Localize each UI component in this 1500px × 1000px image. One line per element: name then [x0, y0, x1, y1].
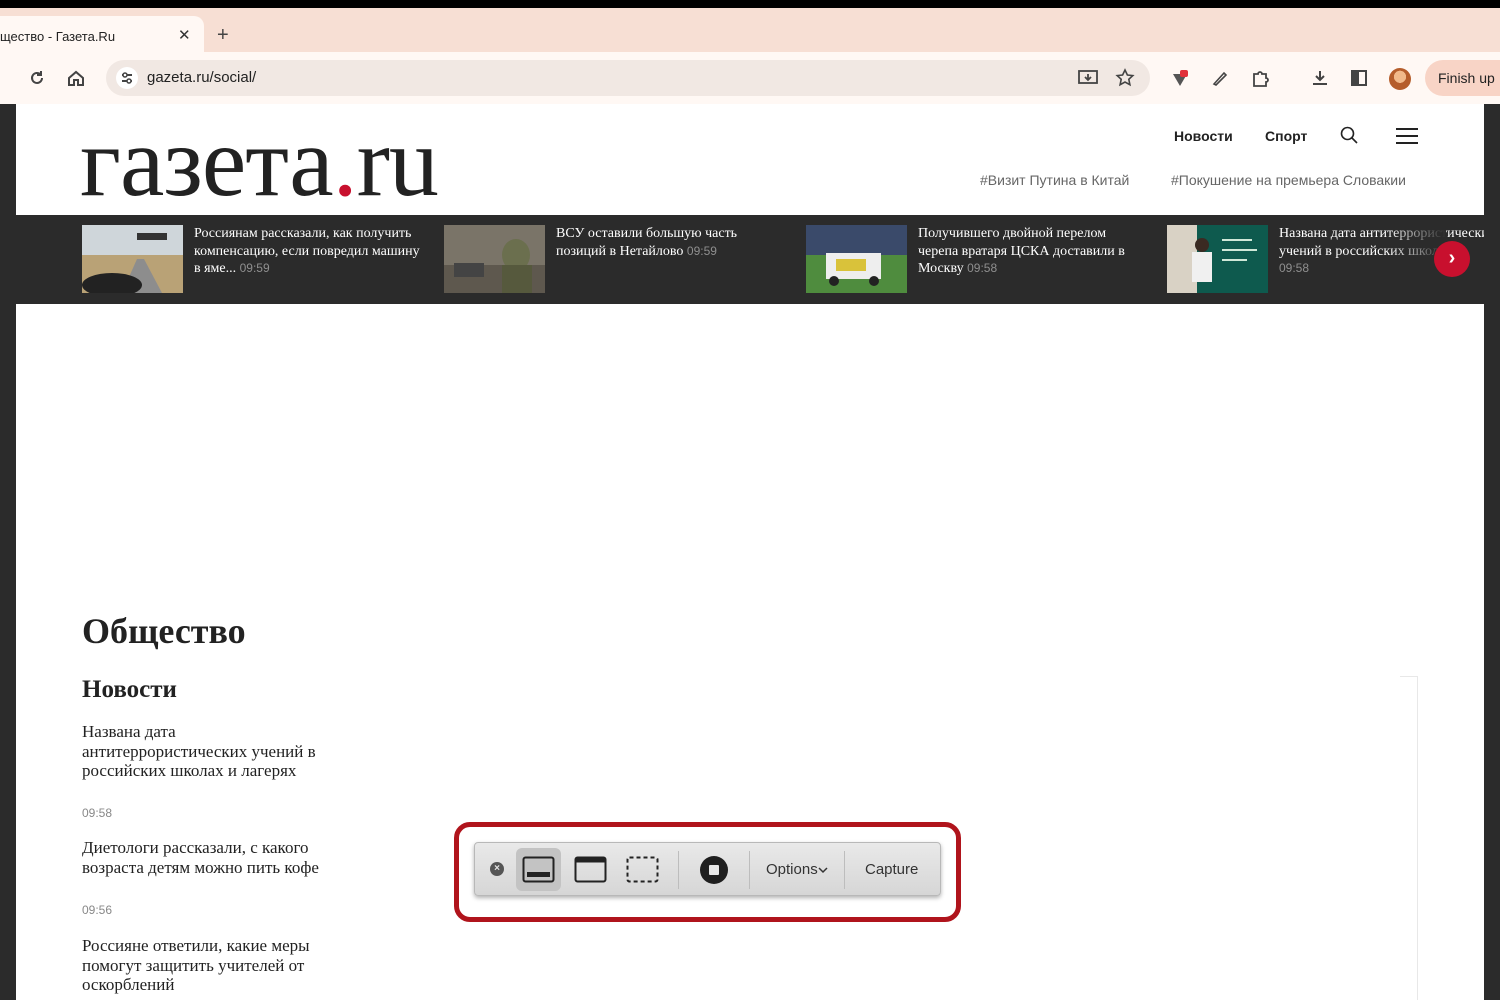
tag-link-slovakia[interactable]: #Покушение на премьера Словакии [1171, 172, 1406, 188]
nav-sport-link[interactable]: Спорт [1265, 128, 1307, 144]
profile-avatar[interactable] [1389, 68, 1411, 90]
site-logo[interactable]: газета.ru [80, 104, 439, 219]
bookmark-star-icon[interactable] [1115, 68, 1135, 88]
ticker-title: Россиянам рассказали, как получить компе… [194, 226, 420, 276]
news-list-item[interactable]: Диетологи рассказали, с какого возраста … [82, 838, 322, 877]
news-time: 09:58 [82, 806, 113, 820]
download-icon[interactable] [1310, 68, 1330, 88]
install-app-icon[interactable] [1078, 69, 1098, 87]
news-ticker: Россиянам рассказали, как получить компе… [16, 215, 1484, 304]
ticker-next-button[interactable]: › [1434, 241, 1470, 277]
reload-icon[interactable] [28, 69, 46, 87]
capture-screen-button[interactable] [516, 848, 561, 891]
entire-screen-icon [522, 856, 555, 883]
menu-icon[interactable] [1396, 128, 1418, 149]
stop-icon [709, 865, 719, 875]
ticker-thumbnail [806, 225, 907, 293]
side-panel-icon[interactable] [1350, 69, 1368, 87]
ticker-time: 09:59 [239, 261, 270, 275]
sidebar-frame [1400, 676, 1418, 1000]
nav-news-link[interactable]: Новости [1174, 128, 1233, 144]
news-section-heading[interactable]: Новости [82, 676, 177, 704]
stop-record-button[interactable] [700, 856, 728, 884]
news-list-item[interactable]: Названа дата антитеррористических учений… [82, 722, 322, 781]
pen-icon[interactable] [1211, 69, 1229, 87]
browser-toolbar: gazeta.ru/social/ Finish up [0, 52, 1500, 104]
new-tab-button[interactable]: + [217, 25, 229, 45]
logo-domain: ru [356, 106, 439, 217]
toolbar-divider [678, 851, 679, 889]
ticker-card[interactable]: Россиянам рассказали, как получить компе… [82, 225, 422, 295]
browser-tab[interactable]: щество - Газета.Ru ✕ [0, 16, 204, 52]
news-time: 09:56 [82, 903, 113, 917]
ticker-time: 09:58 [967, 261, 998, 275]
search-icon[interactable] [1340, 126, 1358, 144]
home-icon[interactable] [67, 69, 85, 87]
toolbar-divider [844, 851, 845, 889]
logo-dot: . [332, 106, 358, 217]
tab-title: щество - Газета.Ru [0, 29, 116, 44]
chevron-down-icon [818, 867, 828, 874]
screenshot-toolbar: × Options Capture [474, 842, 941, 896]
selected-portion-icon[interactable] [626, 856, 659, 883]
ticker-card[interactable]: ВСУ оставили большую часть позиций в Нет… [444, 225, 784, 295]
extension-icon[interactable] [1170, 68, 1190, 88]
selected-window-icon[interactable] [574, 856, 607, 883]
tab-close-icon[interactable]: ✕ [178, 26, 191, 44]
capture-button[interactable]: Capture [865, 861, 918, 878]
logo-text: газета [80, 106, 334, 217]
news-list-item[interactable]: Россияне ответили, какие меры помогут за… [82, 936, 322, 995]
url-text[interactable]: gazeta.ru/social/ [147, 69, 256, 86]
close-icon[interactable]: × [490, 862, 504, 876]
toolbar-divider [749, 851, 750, 889]
address-bar[interactable]: gazeta.ru/social/ [106, 60, 1150, 96]
ticker-thumbnail [1167, 225, 1268, 293]
window-top-edge [0, 0, 1500, 8]
ticker-thumbnail [82, 225, 183, 293]
page-title: Общество [82, 611, 246, 651]
options-label: Options [766, 861, 818, 878]
options-dropdown[interactable]: Options [766, 861, 828, 878]
extensions-puzzle-icon[interactable] [1250, 68, 1270, 88]
finish-up-label: Finish up [1438, 70, 1495, 86]
ticker-thumbnail [444, 225, 545, 293]
tab-bar: щество - Газета.Ru ✕ + [0, 8, 1500, 52]
tag-link-putin-china[interactable]: #Визит Путина в Китай [980, 172, 1129, 188]
ticker-time: 09:59 [686, 243, 717, 258]
ticker-card[interactable]: Получившего двойной перелом черепа врата… [806, 225, 1146, 295]
site-info-icon[interactable] [116, 67, 138, 89]
finish-up-button[interactable]: Finish up [1425, 60, 1500, 96]
ticker-title: Получившего двойной перелом черепа врата… [918, 226, 1125, 276]
ticker-time: 09:58 [1279, 261, 1310, 275]
